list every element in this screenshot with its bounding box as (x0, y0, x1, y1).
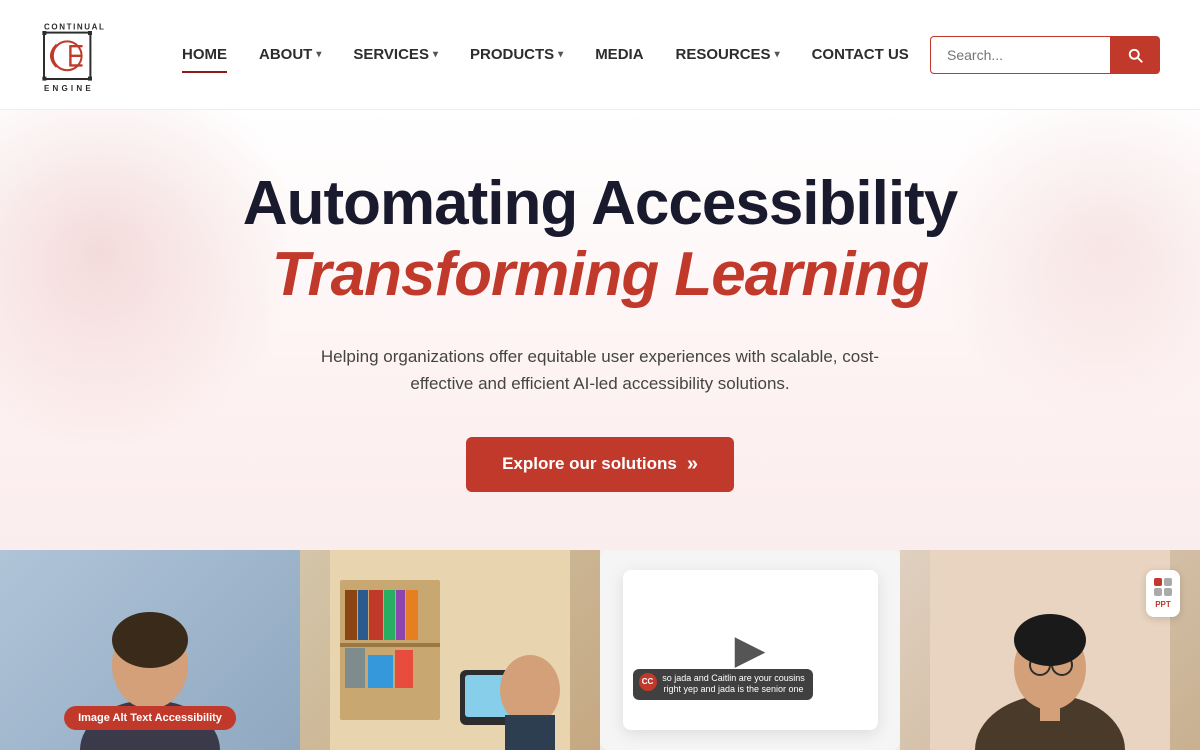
chevron-down-icon: ▾ (433, 49, 438, 60)
preview-card-4: PPT (900, 550, 1200, 750)
cc-caption-badge: CC so jada and Caitlin are your cousins … (633, 669, 813, 700)
search-button[interactable] (1110, 36, 1160, 74)
alt-text-badge: Image Alt Text Accessibility (64, 706, 236, 730)
hero-content: Automating Accessibility Transforming Le… (40, 170, 1160, 492)
chevron-down-icon: ▾ (775, 49, 780, 60)
nav-item-products[interactable]: PRODUCTS ▾ (458, 38, 575, 71)
nav-item-about[interactable]: ABOUT ▾ (247, 38, 333, 71)
chevron-down-icon: ▾ (558, 49, 563, 60)
card3-background: ▶ CC so jada and Caitlin are your cousin… (600, 550, 900, 750)
hero-section: Automating Accessibility Transforming Le… (0, 110, 1200, 750)
cta-button[interactable]: Explore our solutions » (466, 437, 734, 492)
nav-item-contact[interactable]: CONTACT US (800, 38, 921, 71)
cc-icon: CC (639, 673, 657, 691)
preview-card-3: ▶ CC so jada and Caitlin are your cousin… (600, 550, 900, 750)
preview-card-2 (300, 550, 600, 750)
logo[interactable]: CONTINUAL ENGINE (40, 15, 120, 95)
nav-links: HOME ABOUT ▾ SERVICES ▾ PRODUCTS ▾ MEDIA… (170, 38, 930, 71)
navbar: CONTINUAL ENGINE HOME ABOUT ▾ SER (0, 0, 1200, 110)
search-icon (1126, 46, 1144, 64)
svg-text:ENGINE: ENGINE (44, 84, 94, 93)
search-area (930, 36, 1160, 74)
card2-background (300, 550, 600, 750)
nav-item-home[interactable]: HOME (170, 38, 239, 71)
card4-background: PPT (900, 550, 1200, 750)
nav-item-media[interactable]: MEDIA (583, 38, 655, 71)
nav-item-services[interactable]: SERVICES ▾ (341, 38, 450, 71)
play-icon: ▶ (735, 627, 766, 673)
search-input[interactable] (930, 36, 1110, 74)
ppt-badge: PPT (1146, 570, 1180, 617)
preview-strip: Image Alt Text Accessibility (0, 550, 1200, 750)
svg-text:CONTINUAL: CONTINUAL (44, 22, 106, 31)
chevron-down-icon: ▾ (316, 49, 321, 60)
hero-subtitle: Helping organizations offer equitable us… (300, 343, 900, 397)
hero-title-line1: Automating Accessibility (40, 170, 1160, 238)
hero-title-line2: Transforming Learning (40, 238, 1160, 312)
arrows-icon: » (687, 453, 698, 476)
nav-item-resources[interactable]: RESOURCES ▾ (664, 38, 792, 71)
preview-card-1: Image Alt Text Accessibility (0, 550, 300, 750)
